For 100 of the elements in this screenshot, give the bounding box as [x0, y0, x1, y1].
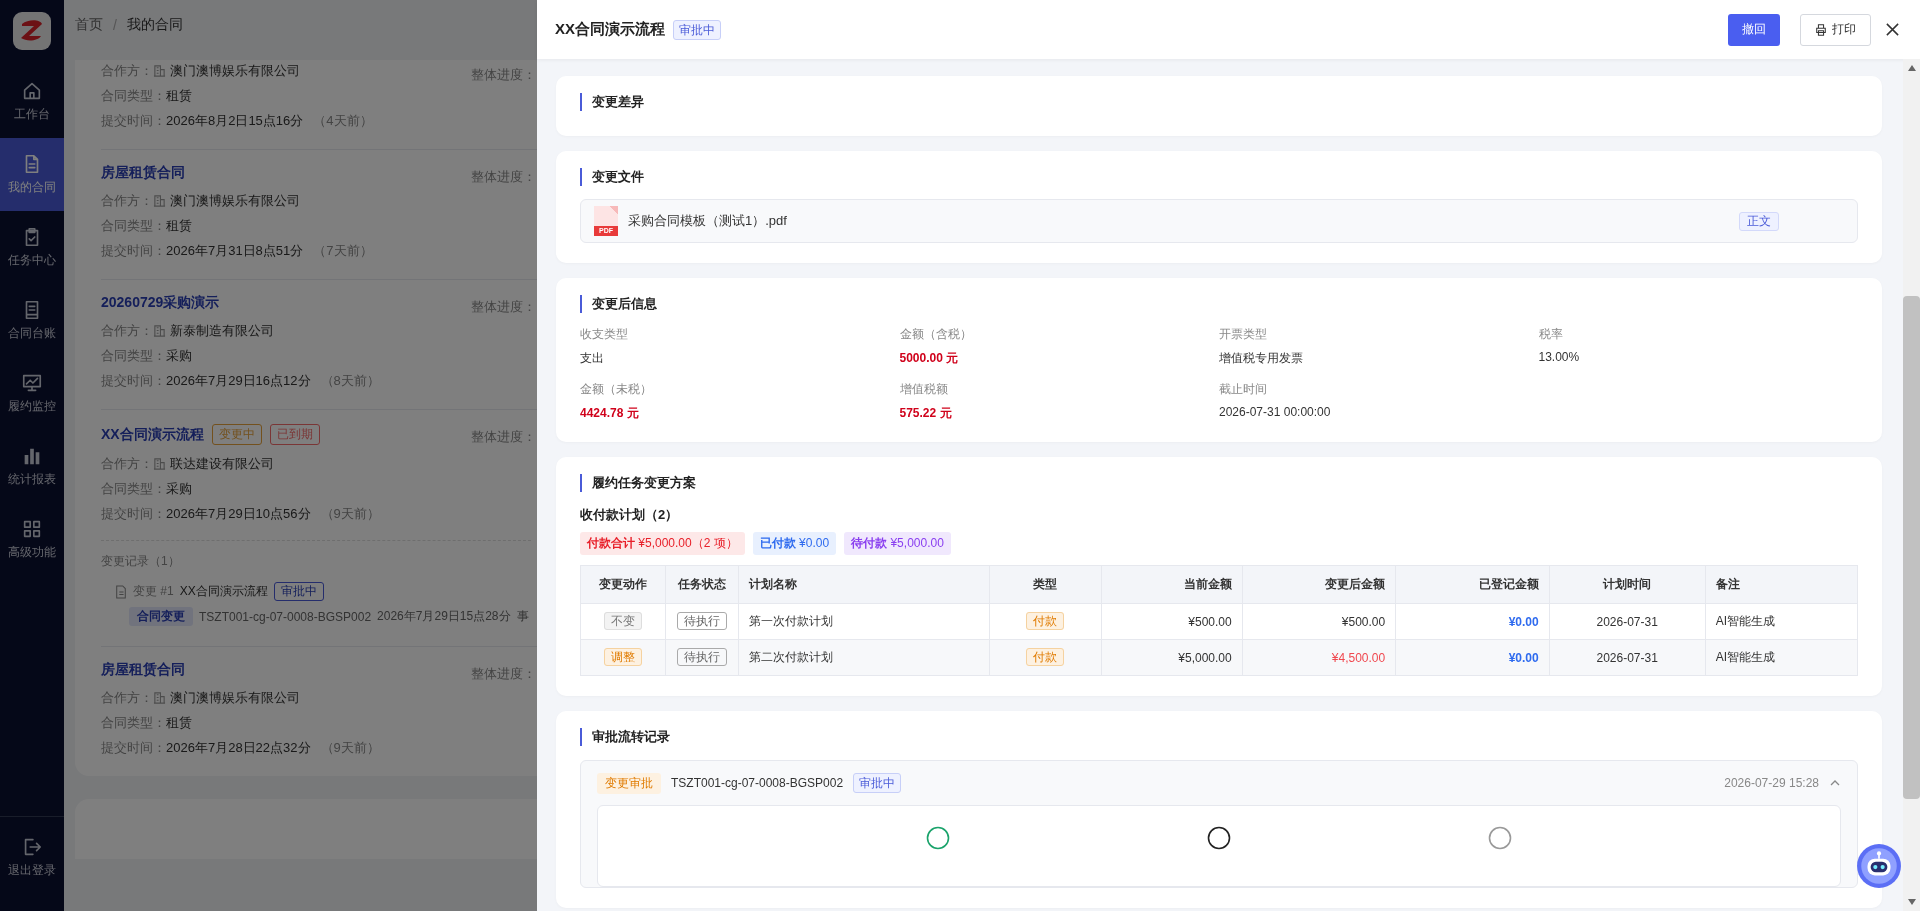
contract-title-link[interactable]: XX合同演示流程	[101, 425, 204, 444]
info-label: 金额（未税）	[580, 381, 653, 398]
document-icon	[115, 584, 127, 599]
field-value: 2026年8月2日15点16分	[166, 111, 304, 130]
summary-tag: 已付款 ¥0.00	[752, 532, 837, 555]
field-label: 提交时间：	[101, 504, 166, 523]
table-cell: AI智能生成	[1705, 603, 1858, 640]
approval-type-tag: 变更审批	[597, 772, 661, 794]
building-icon	[153, 457, 166, 470]
table-cell: 2026-07-31	[1549, 639, 1706, 676]
logout-button[interactable]: 退出登录	[0, 816, 64, 897]
column-header: 当前金额	[1101, 565, 1243, 604]
field-value: 联达建设有限公司	[170, 454, 274, 473]
field-value: 2026年7月29日16点12分	[166, 371, 311, 390]
column-header: 任务状态	[665, 565, 739, 604]
approval-status-tag: 审批中	[673, 19, 721, 40]
task-status-tag: 待执行	[677, 648, 727, 666]
building-icon	[153, 64, 166, 77]
table-cell: ¥500.00	[1101, 603, 1243, 640]
field-label: 提交时间：	[101, 738, 166, 757]
scroll-up-icon	[1907, 65, 1916, 71]
field-value: 租赁	[166, 86, 192, 105]
info-value: 增值税专用发票	[1219, 350, 1304, 367]
table-cell: 第二次付款计划	[738, 639, 990, 676]
nav-item[interactable]: 履约监控	[0, 357, 64, 430]
table-cell: 2026-07-31	[1549, 603, 1706, 640]
status-tag: 已到期	[269, 424, 320, 445]
relative-time: （4天前）	[313, 111, 373, 130]
info-label: 增值税额	[899, 381, 949, 398]
table-cell: ¥500.00	[1242, 603, 1396, 640]
field-value: 租赁	[166, 216, 192, 235]
contract-title-link[interactable]: 20260729采购演示	[101, 294, 220, 312]
monitor-chart-icon	[21, 372, 43, 394]
plan-subtitle: 收付款计划（2）	[580, 506, 680, 524]
step-circle-icon	[926, 826, 951, 850]
robot-icon[interactable]	[1856, 843, 1902, 889]
nav-item[interactable]: 任务中心	[0, 211, 64, 284]
contract-title-link[interactable]: 房屋租赁合同	[101, 164, 185, 182]
scrollbar-thumb[interactable]	[1903, 296, 1920, 799]
field-value: 澳门澳博娱乐有限公司	[170, 61, 300, 80]
breadcrumb-link[interactable]: 我的合同	[126, 15, 183, 34]
relative-time: （8天前）	[320, 371, 380, 390]
document-type-tag: 正文	[1739, 211, 1779, 231]
table-cell: ¥0.00	[1395, 639, 1550, 676]
breadcrumb-link[interactable]: 首页	[75, 15, 103, 34]
printer-icon	[1815, 23, 1827, 36]
summary-tag: 待付款 ¥5,000.00	[844, 532, 951, 555]
nav-item[interactable]: 工作台	[0, 65, 64, 138]
table-cell: ¥0.00	[1395, 603, 1550, 640]
approval-time: 2026-07-29 15:28	[1724, 776, 1819, 790]
change-name-link[interactable]: XX合同演示流程	[179, 583, 268, 600]
field-value: 租赁	[166, 713, 192, 732]
column-header: 变更动作	[580, 565, 666, 604]
info-label: 开票类型	[1219, 326, 1268, 343]
field-value: 采购	[166, 346, 192, 365]
change-index: 变更 #1	[133, 583, 174, 600]
payment-type-tag: 付款	[1026, 612, 1065, 630]
field-value: 新泰制造有限公司	[170, 321, 274, 340]
field-value: 2026年7月31日8点51分	[166, 241, 304, 260]
action-tag: 调整	[604, 648, 642, 666]
info-label: 截止时间	[1219, 381, 1268, 398]
nav-item[interactable]: 高级功能	[0, 503, 64, 576]
print-button[interactable]: 打印	[1800, 13, 1871, 46]
status-tag: 变更中	[211, 424, 262, 445]
info-value: 575.22 元	[899, 405, 953, 422]
info-label: 金额（含税）	[899, 326, 973, 343]
withdraw-button[interactable]: 撤回	[1728, 13, 1780, 46]
step-circle-icon	[1207, 826, 1231, 850]
field-value: 2026年7月28日22点32分	[166, 738, 311, 757]
logo-icon	[12, 11, 52, 51]
info-label: 收支类型	[580, 326, 629, 343]
grid-icon	[21, 518, 43, 540]
field-value: 2026年7月29日10点56分	[166, 504, 311, 523]
info-value: 4424.78 元	[580, 405, 640, 422]
table-cell: AI智能生成	[1705, 639, 1858, 676]
step-circle-icon	[1487, 826, 1512, 850]
info-label: 税率	[1538, 326, 1564, 343]
section-title: 履约任务变更方案	[580, 474, 1858, 492]
approval-code: TSZT001-cg-07-0008-BGSP002	[671, 776, 844, 790]
relative-time: （9天前）	[320, 738, 380, 757]
building-icon	[153, 324, 166, 337]
scrollbar[interactable]	[1903, 59, 1920, 911]
column-header: 备注	[1705, 565, 1858, 604]
column-header: 计划名称	[738, 565, 990, 604]
close-icon[interactable]	[1885, 22, 1900, 37]
field-label: 提交时间：	[101, 371, 166, 390]
contract-title-link[interactable]: 房屋租赁合同	[101, 661, 185, 679]
relative-time: （7天前）	[313, 241, 373, 260]
nav-item[interactable]: 我的合同	[0, 138, 64, 211]
field-label: 提交时间：	[101, 111, 166, 130]
relative-time: （9天前）	[320, 504, 380, 523]
column-header: 已登记金额	[1395, 565, 1550, 604]
table-cell: ¥5,000.00	[1101, 639, 1243, 676]
nav-item[interactable]: 合同台账	[0, 284, 64, 357]
field-value: 采购	[166, 479, 192, 498]
home-icon	[21, 80, 43, 102]
nav-item[interactable]: 统计报表	[0, 430, 64, 503]
column-header: 类型	[989, 565, 1102, 604]
field-label: 提交时间：	[101, 241, 166, 260]
table-cell: 第一次付款计划	[738, 603, 990, 640]
